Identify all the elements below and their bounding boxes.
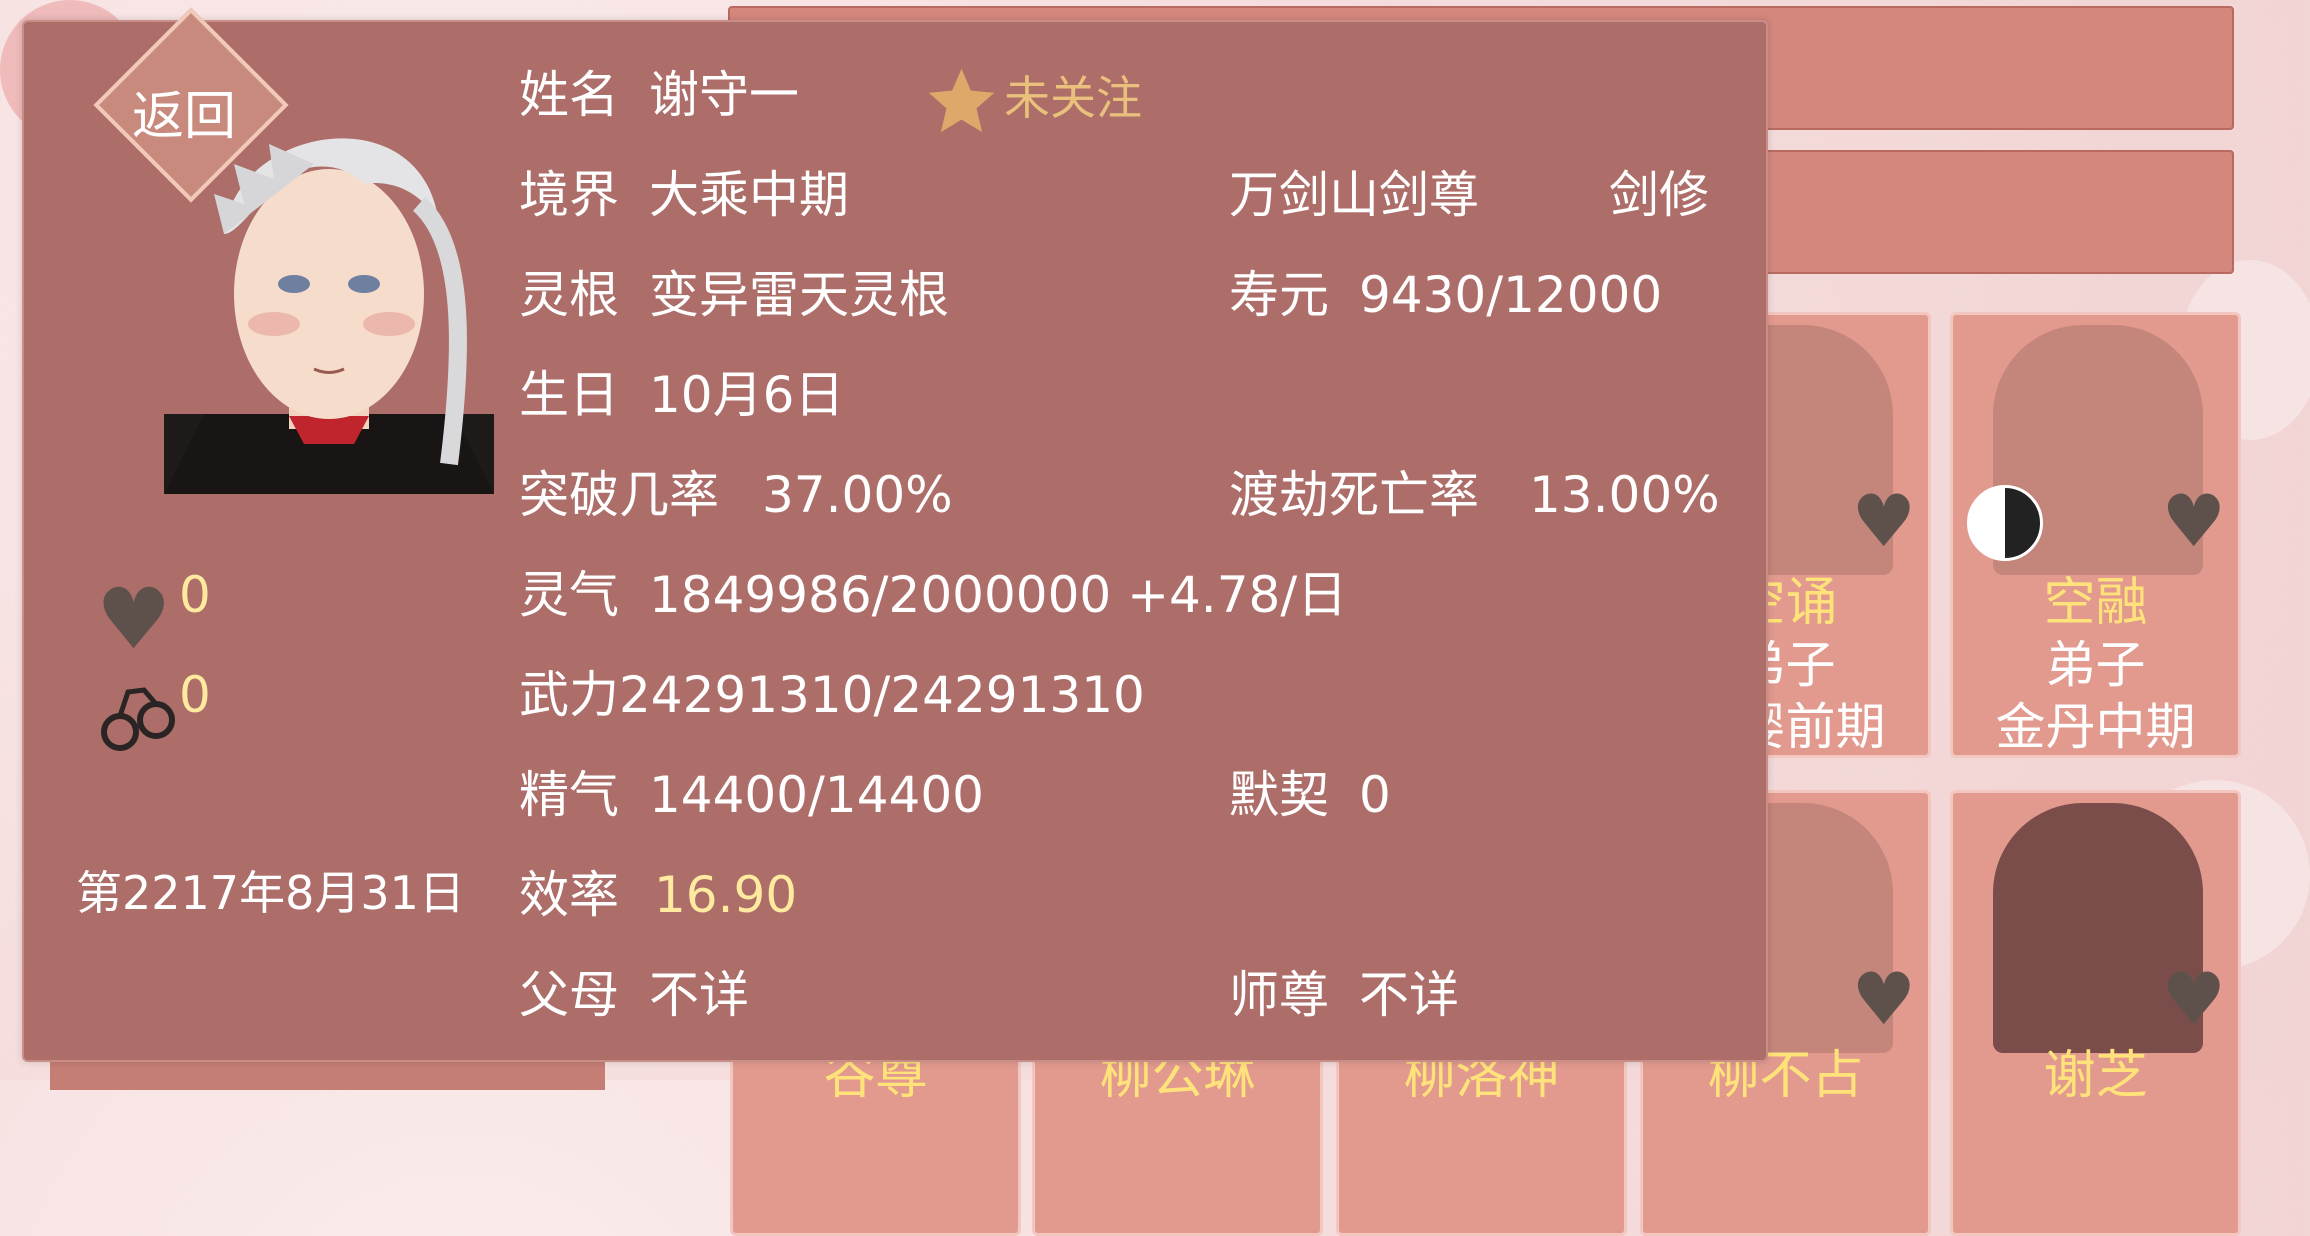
lifespan-value: 9430/12000 [1359, 266, 1663, 324]
parents-value: 不详 [649, 966, 749, 1024]
realm-label: 境界 [519, 166, 619, 224]
force-value: 武力24291310/24291310 [519, 666, 1145, 724]
efficiency-label: 效率 [519, 866, 619, 924]
character-class: 剑修 [1609, 166, 1709, 224]
favor-value: 0 [179, 566, 211, 624]
birthday-label: 生日 [519, 366, 619, 424]
follow-toggle[interactable]: 未关注 [1004, 72, 1142, 125]
captive-value: 0 [179, 666, 211, 724]
parents-label: 父母 [519, 966, 619, 1024]
essence-value: 14400/14400 [649, 766, 984, 824]
heart-icon: ♥ [1851, 479, 1916, 563]
realm-value: 大乘中期 [649, 166, 849, 224]
breakthrough-label: 突破几率 [519, 466, 719, 524]
star-icon[interactable] [924, 64, 999, 139]
master-value: 不详 [1359, 966, 1459, 1024]
qi-label: 灵气 [519, 566, 619, 624]
disciple-card[interactable]: ♥ 空融 弟子 金丹中期 [1950, 312, 2241, 758]
back-button-label[interactable]: 返回 [132, 74, 236, 149]
birthday-value: 10月6日 [649, 366, 845, 424]
yinyang-icon [1967, 485, 2043, 561]
tribulation-value: 13.00% [1529, 466, 1720, 524]
disciple-name: 空融 [2043, 573, 2148, 633]
breakthrough-value: 37.00% [762, 466, 953, 524]
character-name: 谢守一 [649, 66, 799, 124]
disciple-card[interactable]: ♥ 谢芝 [1950, 790, 2241, 1236]
disciple-realm: 金丹中期 [1995, 698, 2196, 756]
bond-value: 0 [1359, 766, 1391, 824]
bond-label: 默契 [1229, 766, 1329, 824]
heart-icon: ♥ [96, 570, 172, 668]
name-label: 姓名 [519, 66, 619, 124]
master-label: 师尊 [1229, 966, 1329, 1024]
character-title: 万剑山剑尊 [1229, 166, 1479, 224]
qi-value: 1849986/2000000 +4.78/日 [649, 566, 1348, 624]
lifespan-label: 寿元 [1229, 266, 1329, 324]
character-info-panel: 返回 ♥ 0 0 第2217年8月31日 姓名 谢守一 未关注 境界 大乘中期 … [22, 7, 1768, 1062]
heart-icon: ♥ [2161, 479, 2226, 563]
tribulation-label: 渡劫死亡率 [1229, 466, 1479, 524]
spirit-root-value: 变异雷天灵根 [649, 266, 949, 324]
essence-label: 精气 [519, 766, 619, 824]
disciple-name: 谢芝 [2043, 1046, 2148, 1106]
handcuffs-icon [101, 687, 175, 751]
game-date: 第2217年8月31日 [76, 866, 465, 920]
spirit-root-label: 灵根 [519, 266, 619, 324]
heart-icon: ♥ [1851, 957, 1916, 1041]
heart-icon: ♥ [2161, 957, 2226, 1041]
efficiency-value: 16.90 [654, 866, 798, 924]
